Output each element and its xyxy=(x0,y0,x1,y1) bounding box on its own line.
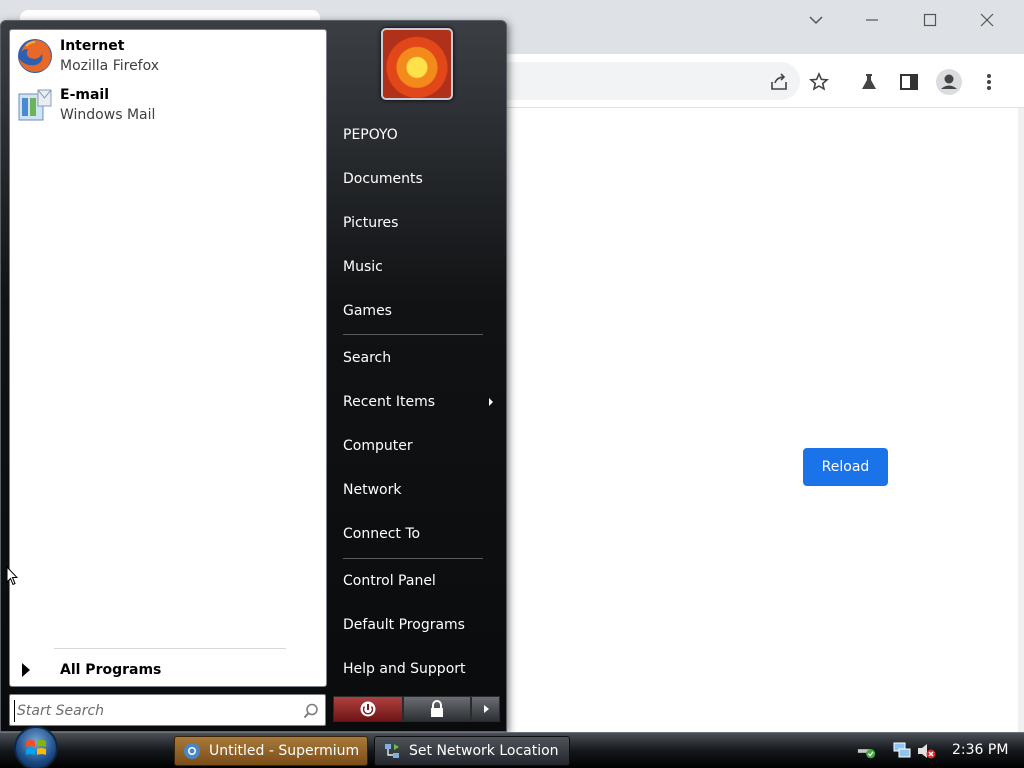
share-icon[interactable] xyxy=(765,68,793,96)
pinned-item-title: Internet xyxy=(60,38,125,54)
power-options-button[interactable] xyxy=(471,696,500,722)
user-account-picture[interactable] xyxy=(381,28,453,100)
windows-logo-icon xyxy=(14,726,58,768)
side-panel-icon[interactable] xyxy=(895,68,923,96)
start-right-item-computer[interactable]: Computer xyxy=(331,428,501,464)
right-item-label: Control Panel xyxy=(343,573,436,589)
start-right-item-user[interactable]: PEPOYO xyxy=(331,117,501,153)
power-icon xyxy=(360,701,376,717)
all-programs-button[interactable]: All Programs xyxy=(20,658,320,682)
right-item-label: Search xyxy=(343,350,392,366)
start-button[interactable] xyxy=(10,726,62,768)
arrow-right-icon xyxy=(483,705,489,713)
start-right-item-help-support[interactable]: Help and Support xyxy=(331,651,501,687)
profile-avatar-icon[interactable] xyxy=(935,68,963,96)
start-right-item-recent-items[interactable]: Recent Items xyxy=(331,384,501,420)
network-status-icon[interactable] xyxy=(857,741,877,761)
clock[interactable]: 2:36 PM xyxy=(952,742,1008,758)
search-icon[interactable] xyxy=(303,703,319,719)
bookmark-star-icon[interactable] xyxy=(805,68,833,96)
lock-icon xyxy=(431,700,443,717)
start-right-item-music[interactable]: Music xyxy=(331,249,501,285)
divider xyxy=(343,558,483,559)
taskbar-button-supermium[interactable]: Untitled - Supermium xyxy=(174,736,368,766)
start-search-box xyxy=(9,694,326,726)
start-right-item-pictures[interactable]: Pictures xyxy=(331,205,501,241)
start-right-item-documents[interactable]: Documents xyxy=(331,161,501,197)
pinned-item-email[interactable]: E-mail Windows Mail xyxy=(16,83,316,127)
start-right-item-default-programs[interactable]: Default Programs xyxy=(331,607,501,643)
submenu-arrow-icon xyxy=(489,398,493,406)
power-buttons xyxy=(333,696,500,722)
labs-flask-icon[interactable] xyxy=(855,68,883,96)
start-right-item-connect-to[interactable]: Connect To xyxy=(331,516,501,552)
right-item-label: Connect To xyxy=(343,526,421,542)
close-icon[interactable] xyxy=(967,6,1007,34)
tab-search-icon[interactable] xyxy=(796,6,836,34)
divider xyxy=(343,334,483,335)
reload-button[interactable]: Reload xyxy=(803,448,888,486)
all-programs-label: All Programs xyxy=(60,662,162,678)
maximize-icon[interactable] xyxy=(910,6,950,34)
right-item-label: Default Programs xyxy=(343,617,465,633)
browser-scrollbar[interactable] xyxy=(1018,108,1024,732)
arrow-right-icon xyxy=(22,663,30,677)
pinned-item-internet[interactable]: Internet Mozilla Firefox xyxy=(16,34,316,78)
windows-mail-icon xyxy=(16,86,54,124)
right-item-label: Pictures xyxy=(343,215,399,231)
right-item-label: PEPOYO xyxy=(343,127,398,143)
power-button[interactable] xyxy=(333,696,403,722)
right-item-label: Games xyxy=(343,303,392,319)
network-connection-icon[interactable] xyxy=(892,741,912,761)
right-item-label: Documents xyxy=(343,171,423,187)
start-right-item-games[interactable]: Games xyxy=(331,293,501,329)
pinned-item-subtitle: Mozilla Firefox xyxy=(60,58,160,74)
start-right-item-search[interactable]: Search xyxy=(331,340,501,376)
right-item-label: Network xyxy=(343,482,402,498)
volume-muted-icon[interactable] xyxy=(916,741,936,761)
start-right-item-control-panel[interactable]: Control Panel xyxy=(331,563,501,599)
taskbar-button-label: Untitled - Supermium xyxy=(209,743,360,759)
pinned-item-title: E-mail xyxy=(60,87,110,103)
taskbar-button-label: Set Network Location xyxy=(409,743,559,759)
right-item-label: Recent Items xyxy=(343,394,435,410)
minimize-icon[interactable] xyxy=(852,6,892,34)
right-item-label: Computer xyxy=(343,438,413,454)
start-right-item-network[interactable]: Network xyxy=(331,472,501,508)
divider xyxy=(54,648,286,649)
supermium-icon xyxy=(183,742,201,760)
mouse-cursor-icon xyxy=(6,566,18,586)
right-item-label: Help and Support xyxy=(343,661,466,677)
pinned-item-subtitle: Windows Mail xyxy=(60,107,156,123)
browser-menu-icon[interactable] xyxy=(975,68,1003,96)
taskbar-button-network-location[interactable]: Set Network Location xyxy=(374,736,570,766)
lock-button[interactable] xyxy=(403,696,471,722)
start-menu-left-pane: Internet Mozilla Firefox E-mail Windows … xyxy=(9,29,327,687)
taskbar: Untitled - Supermium Set Network Locatio… xyxy=(0,726,1024,768)
start-menu: Internet Mozilla Firefox E-mail Windows … xyxy=(0,20,507,732)
network-location-icon xyxy=(383,742,401,760)
right-item-label: Music xyxy=(343,259,383,275)
firefox-icon xyxy=(16,37,54,75)
start-search-input[interactable] xyxy=(14,700,294,722)
